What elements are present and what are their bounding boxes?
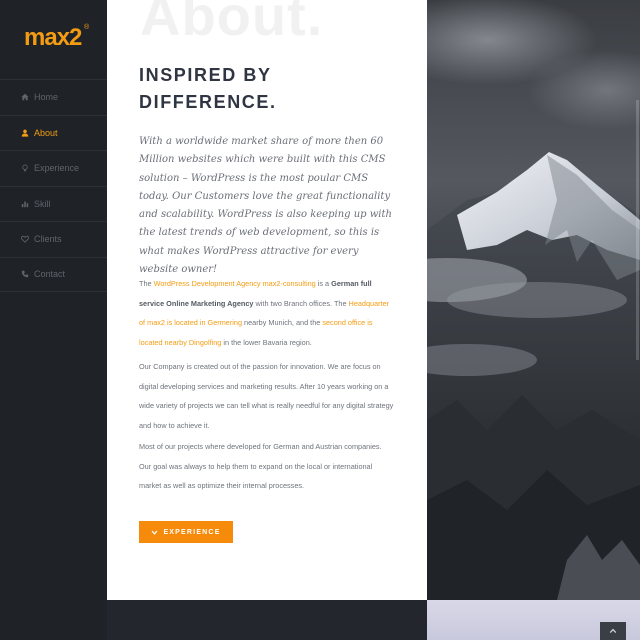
mountain-illustration <box>427 0 640 600</box>
paragraph-company: The WordPress Development Agency max2-co… <box>139 274 395 352</box>
text-run: is a <box>315 279 332 288</box>
user-icon <box>20 128 30 138</box>
sidebar-item-label: Skill <box>34 198 51 209</box>
logo-registered-mark: ® <box>84 24 90 31</box>
link-wordpress-agency[interactable]: WordPress Development Agency max2-consul… <box>154 279 316 288</box>
lightbulb-icon <box>20 163 30 173</box>
bar-chart-icon <box>20 199 30 209</box>
text-run: The <box>139 279 154 288</box>
text-run: with two Branch offices. The <box>253 298 349 308</box>
scrollbar[interactable] <box>636 100 639 360</box>
heading-line-1: INSPIRED BY <box>139 65 272 85</box>
paragraph-passion: Our Company is created out of the passio… <box>139 362 394 430</box>
chevron-up-icon <box>609 628 617 634</box>
sidebar-item-label: Home <box>34 92 59 103</box>
about-section: About. INSPIRED BY DIFFERENCE. With a wo… <box>107 0 427 600</box>
experience-button-label: EXPERIENCE <box>163 528 221 536</box>
sidebar-item-skill[interactable]: Skill <box>0 185 107 222</box>
text-run: in the lower Bavaria region. <box>221 337 312 347</box>
sidebar-item-label: Experience <box>34 163 80 174</box>
mountain-photo <box>427 0 640 600</box>
sidebar-item-contact[interactable]: Contact <box>0 256 107 292</box>
next-section-dark <box>107 600 427 640</box>
experience-button[interactable]: EXPERIENCE <box>139 521 233 543</box>
lead-paragraph: With a worldwide market share of more th… <box>139 136 392 276</box>
home-icon <box>20 92 30 102</box>
sidebar-item-label: About <box>34 127 58 138</box>
sidebar-item-experience[interactable]: Experience <box>0 150 107 186</box>
sidebar-item-about[interactable]: About <box>0 114 107 151</box>
back-to-top-button[interactable] <box>600 622 626 640</box>
sidebar-item-clients[interactable]: Clients <box>0 221 107 257</box>
heading-line-2: DIFFERENCE. <box>139 92 277 112</box>
sidebar-footer <box>0 600 107 640</box>
section-watermark-title: About. <box>140 0 324 47</box>
paragraph-projects: Most of our projects where developed for… <box>139 442 382 490</box>
sidebar: max2 ® Home About Experience Skill Clien… <box>0 0 107 640</box>
sidebar-item-label: Clients <box>34 234 62 245</box>
sidebar-item-label: Contact <box>34 269 66 280</box>
text-run: nearby Munich, and the <box>242 318 323 327</box>
chevron-down-icon <box>152 530 158 535</box>
sidebar-item-home[interactable]: Home <box>0 79 107 115</box>
sidebar-nav: Home About Experience Skill Clients Cont… <box>0 79 107 292</box>
logo[interactable]: max2 ® <box>24 24 89 52</box>
phone-icon <box>20 269 30 279</box>
heart-icon <box>20 234 30 244</box>
section-heading: INSPIRED BY DIFFERENCE. <box>139 62 399 116</box>
logo-text: max2 <box>24 24 82 51</box>
